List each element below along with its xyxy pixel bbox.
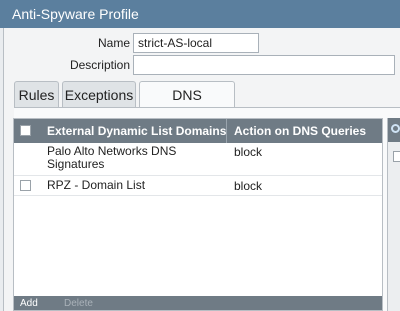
row-domain: Palo Alto Networks DNS Signatures bbox=[47, 144, 177, 171]
row-action[interactable]: block bbox=[234, 145, 262, 159]
column-header-action[interactable]: Action on DNS Queries bbox=[234, 119, 366, 143]
tab-exceptions[interactable]: Exceptions bbox=[62, 81, 136, 107]
description-input[interactable] bbox=[133, 55, 395, 75]
tab-rules[interactable]: Rules bbox=[14, 81, 59, 107]
delete-button[interactable]: Delete bbox=[64, 298, 93, 309]
search-icon[interactable] bbox=[391, 124, 400, 133]
window-title: Anti-Spyware Profile bbox=[0, 0, 400, 28]
table-row[interactable]: Palo Alto Networks DNS Signatures block bbox=[14, 143, 382, 176]
tab-dns-signatures[interactable]: DNS Signatures bbox=[139, 81, 235, 129]
dns-signatures-table: External Dynamic List Domains Action on … bbox=[13, 118, 383, 311]
name-input[interactable]: strict-AS-local bbox=[133, 33, 259, 53]
table-footer: Add Delete bbox=[14, 296, 382, 310]
row-separator bbox=[14, 195, 382, 196]
row-checkbox[interactable] bbox=[20, 180, 31, 191]
select-all-checkbox[interactable] bbox=[20, 125, 31, 136]
description-label: Description bbox=[69, 58, 130, 72]
column-divider bbox=[226, 119, 227, 143]
name-row: Name strict-AS-local bbox=[0, 33, 400, 55]
side-panel-header bbox=[388, 118, 400, 142]
table-header: External Dynamic List Domains Action on … bbox=[14, 119, 382, 143]
column-header-domains[interactable]: External Dynamic List Domains bbox=[47, 119, 226, 143]
side-panel bbox=[387, 118, 400, 311]
description-row: Description bbox=[0, 55, 400, 77]
table-row[interactable]: RPZ - Domain List block bbox=[14, 176, 382, 196]
name-label: Name bbox=[97, 36, 130, 50]
row-domain: RPZ - Domain List bbox=[47, 178, 146, 192]
row-action[interactable]: block bbox=[234, 179, 262, 193]
add-button[interactable]: Add bbox=[20, 298, 38, 309]
side-checkbox[interactable] bbox=[393, 151, 400, 162]
